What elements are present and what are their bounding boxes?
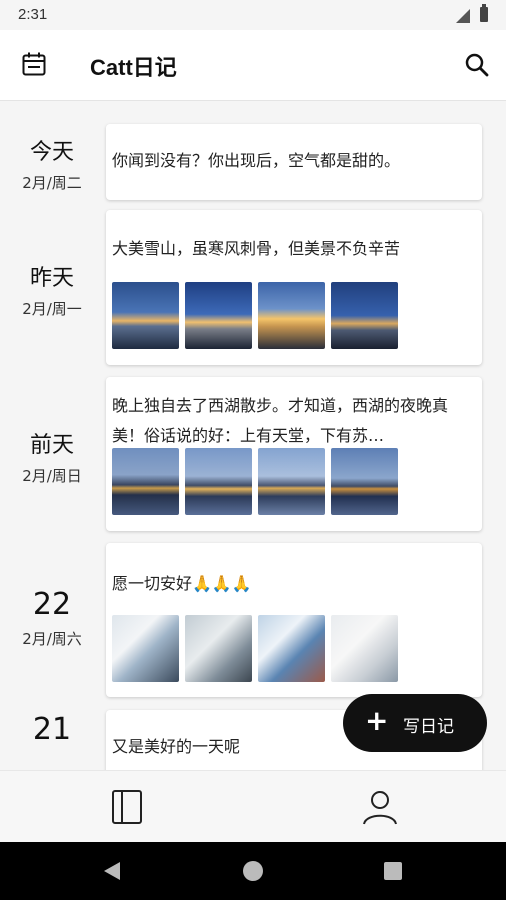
photo-strip bbox=[112, 282, 398, 349]
entry-weekday: 2月/周一 bbox=[22, 300, 82, 318]
photo-thumbnail[interactable] bbox=[331, 615, 398, 682]
photo-strip bbox=[112, 615, 398, 682]
plus-icon: + bbox=[365, 704, 389, 737]
signal-icon bbox=[456, 9, 470, 23]
photo-thumbnail[interactable] bbox=[258, 282, 325, 349]
status-time: 2:31 bbox=[18, 6, 48, 23]
write-diary-label: 写日记 bbox=[403, 717, 454, 737]
entry-card[interactable]: 你闻到没有？你出现后，空气都是甜的。 bbox=[106, 124, 482, 200]
photo-thumbnail[interactable] bbox=[112, 282, 179, 349]
entry-weekday: 2月/周六 bbox=[22, 630, 82, 648]
entry-card[interactable]: 晚上独自去了西湖散步。才知道，西湖的夜晚真美！俗话说的好：上有天堂，下有苏… bbox=[106, 377, 482, 531]
entry-card[interactable]: 大美雪山，虽寒风刺骨，但美景不负辛苦 bbox=[106, 210, 482, 365]
write-diary-button[interactable]: + 写日记 bbox=[343, 694, 487, 752]
battery-icon bbox=[480, 4, 488, 22]
book-icon[interactable] bbox=[107, 787, 147, 827]
entry-date: 今天 2月/周二 bbox=[0, 134, 104, 193]
photo-strip bbox=[112, 448, 398, 515]
entry-day: 今天 bbox=[29, 140, 74, 165]
entry-day: 昨天 bbox=[29, 266, 74, 291]
photo-thumbnail[interactable] bbox=[185, 282, 252, 349]
entry-day: 前天 bbox=[29, 433, 74, 458]
calendar-icon[interactable] bbox=[22, 52, 46, 76]
photo-thumbnail[interactable] bbox=[112, 448, 179, 515]
entry-weekday: 2月/周日 bbox=[22, 467, 82, 485]
person-icon[interactable] bbox=[360, 787, 400, 827]
status-bar: 2:31 bbox=[0, 0, 506, 30]
entry-date: 21 bbox=[0, 712, 104, 753]
bottom-navigation bbox=[0, 770, 506, 843]
system-navigation-bar bbox=[0, 842, 506, 900]
entry-date: 22 2月/周六 bbox=[0, 587, 104, 649]
recents-icon[interactable] bbox=[384, 862, 402, 880]
entry-text: 大美雪山，虽寒风刺骨，但美景不负辛苦 bbox=[112, 239, 401, 258]
entry-date: 前天 2月/周日 bbox=[0, 427, 104, 486]
home-icon[interactable] bbox=[243, 861, 263, 881]
entry-date: 昨天 2月/周一 bbox=[0, 260, 104, 319]
entry-text: 你闻到没有？你出现后，空气都是甜的。 bbox=[112, 151, 401, 170]
photo-thumbnail[interactable] bbox=[258, 615, 325, 682]
diary-timeline[interactable]: 今天 2月/周二 你闻到没有？你出现后，空气都是甜的。 昨天 2月/周一 大美雪… bbox=[0, 100, 506, 770]
photo-thumbnail[interactable] bbox=[185, 448, 252, 515]
photo-thumbnail[interactable] bbox=[185, 615, 252, 682]
back-icon[interactable] bbox=[104, 862, 120, 880]
photo-thumbnail[interactable] bbox=[331, 282, 398, 349]
entry-text: 晚上独自去了西湖散步。才知道，西湖的夜晚真美！俗话说的好：上有天堂，下有苏… bbox=[112, 396, 449, 445]
app-bar: Catt日记 bbox=[0, 30, 506, 101]
photo-thumbnail[interactable] bbox=[258, 448, 325, 515]
entry-weekday: 2月/周二 bbox=[22, 174, 82, 192]
search-icon[interactable] bbox=[464, 52, 490, 78]
entry-text: 愿一切安好🙏🙏🙏 bbox=[112, 574, 252, 593]
entry-day: 22 bbox=[32, 587, 72, 622]
photo-thumbnail[interactable] bbox=[112, 615, 179, 682]
entry-card[interactable]: 愿一切安好🙏🙏🙏 bbox=[106, 543, 482, 697]
app-title: Catt日记 bbox=[90, 55, 177, 80]
photo-thumbnail[interactable] bbox=[331, 448, 398, 515]
entry-day: 21 bbox=[32, 712, 72, 747]
